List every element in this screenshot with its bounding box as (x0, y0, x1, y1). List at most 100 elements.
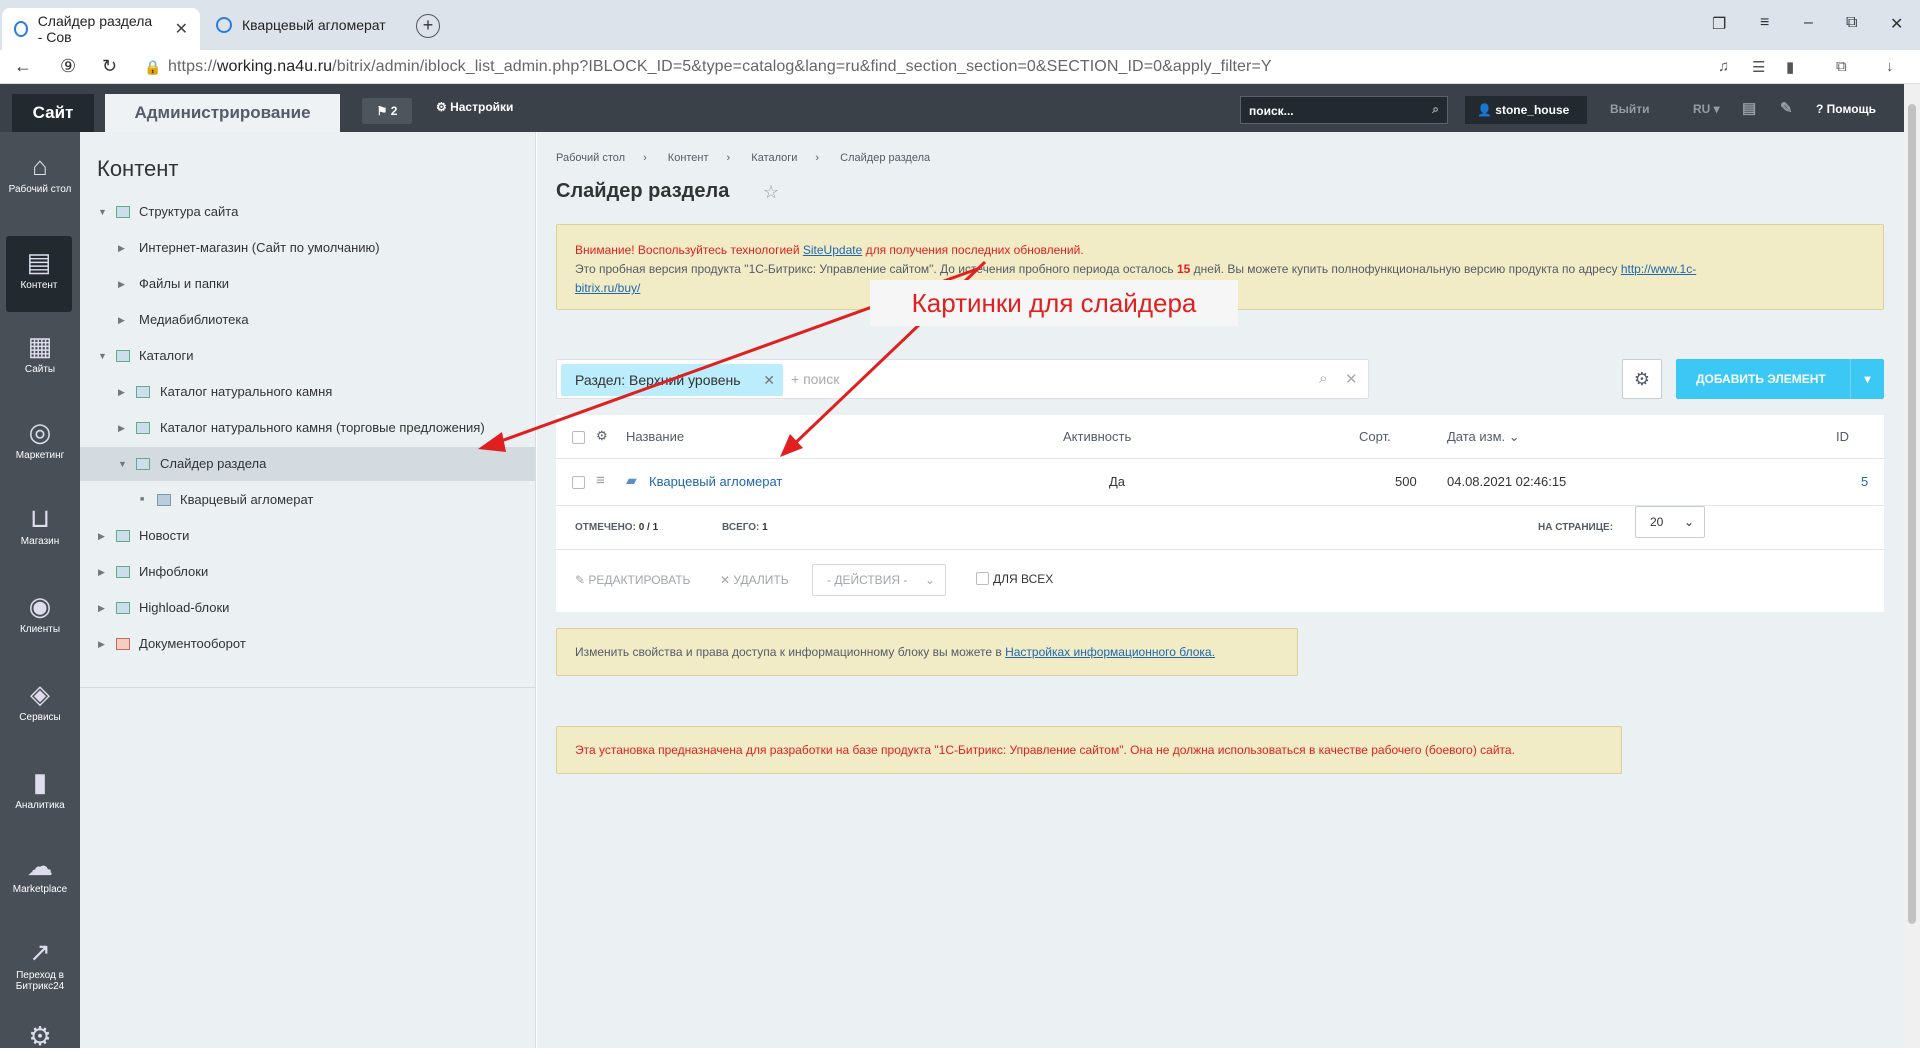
expand-icon[interactable]: ▼ (118, 447, 127, 481)
sidebar-item-services[interactable]: ◈ Сервисы (0, 680, 80, 723)
add-element-button[interactable]: ДОБАВИТЬ ЭЛЕМЕНТ ▾ (1676, 359, 1884, 399)
remove-chip-icon[interactable]: ✕ (763, 364, 775, 396)
sidebar-settings-icon[interactable]: ⚙ (0, 1022, 80, 1054)
sidebar-item-bitrix24[interactable]: ↗ Переход в Битрикс24 (0, 938, 80, 992)
site-button[interactable]: Сайт (12, 94, 94, 132)
pin-icon[interactable]: ✎ (1780, 99, 1793, 117)
restore-icon[interactable]: ⧉ (1846, 14, 1857, 32)
column-active[interactable]: Активность (1063, 429, 1131, 444)
select-all-checkbox[interactable] (572, 431, 585, 444)
extensions-icon[interactable]: ⑨ (60, 56, 76, 77)
tree-item-highload[interactable]: ▶ Highload-блоки (80, 591, 535, 625)
expand-icon[interactable]: ▶ (98, 555, 105, 589)
browser-tab-active[interactable]: Слайдер раздела - Сов ✕ (2, 8, 200, 50)
checkbox[interactable] (976, 572, 989, 585)
language-select[interactable]: RU ▾ (1693, 102, 1720, 116)
expand-icon[interactable]: ▶ (118, 375, 125, 409)
column-date[interactable]: Дата изм. ⌄ (1447, 429, 1520, 445)
breadcrumb-item[interactable]: Каталоги (751, 152, 797, 164)
siteupdate-link[interactable]: SiteUpdate (803, 243, 862, 257)
sidebar-item-marketplace[interactable]: ☁ Marketplace (0, 852, 80, 895)
settings-link[interactable]: ⚙ Настройки (436, 100, 513, 114)
download-icon[interactable]: ↓ (1886, 58, 1894, 75)
actions-select[interactable]: - ДЕЙСТВИЯ - ⌄ (812, 564, 946, 596)
admin-button[interactable]: Администрирование (105, 94, 340, 132)
row-checkbox[interactable] (572, 476, 585, 489)
row-name-link[interactable]: Кварцевый агломерат (649, 474, 782, 489)
new-tab-button[interactable]: + (416, 14, 440, 38)
logout-link[interactable]: Выйти (1610, 102, 1650, 116)
sidebar-item-desktop[interactable]: ⌂ Рабочий стол (0, 152, 80, 195)
column-sort[interactable]: Сорт. (1359, 429, 1391, 444)
tree-item-stone-offers[interactable]: ▶ Каталог натурального камня (торговые пр… (80, 411, 535, 445)
scrollbar[interactable] (1904, 84, 1920, 1048)
search-icon[interactable]: ⌕ (1319, 370, 1327, 387)
collections-icon[interactable]: ⧉ (1836, 58, 1847, 75)
help-link[interactable]: ? Помощь (1816, 102, 1876, 116)
user-button[interactable]: 👤 stone_house (1465, 96, 1587, 124)
column-id[interactable]: ID (1836, 429, 1849, 444)
reader-icon[interactable]: ☰ (1752, 58, 1765, 76)
tree-item-catalogs[interactable]: ▼ Каталоги (80, 339, 535, 373)
gear-icon[interactable]: ⚙ (596, 428, 608, 444)
tree-item-quartz[interactable]: ■ Кварцевый агломерат (80, 483, 535, 517)
tree-item-iblocks[interactable]: ▶ Инфоблоки (80, 555, 535, 589)
sidebar-item-marketing[interactable]: ◎ Маркетинг (0, 418, 80, 461)
star-icon[interactable]: ☆ (763, 182, 779, 203)
buy-link[interactable]: http://www.1c- (1621, 262, 1696, 276)
sidebar-item-content[interactable]: ▤ Контент (6, 236, 72, 312)
bookmark-icon[interactable]: ▮ (1786, 58, 1794, 76)
tree-item-stone-catalog[interactable]: ▶ Каталог натурального камня (80, 375, 535, 409)
sidebar-item-clients[interactable]: ◉ Клиенты (0, 592, 80, 635)
search-placeholder[interactable]: + поиск (791, 371, 839, 387)
tree-item-media[interactable]: ▶ Медиабиблиотека (80, 303, 535, 337)
reload-icon[interactable]: ↻ (102, 56, 117, 77)
edit-action[interactable]: ✎ РЕДАКТИРОВАТЬ (575, 573, 690, 587)
minimize-icon[interactable]: – (1804, 14, 1813, 32)
collections-icon[interactable]: ❐ (1712, 14, 1726, 34)
expand-icon[interactable]: ▶ (98, 519, 105, 553)
expand-icon[interactable]: ▶ (118, 411, 125, 445)
tree-item-files[interactable]: ▶ Файлы и папки (80, 267, 535, 301)
close-tab-icon[interactable]: ✕ (175, 19, 188, 39)
panel-icon[interactable]: ▤ (1742, 99, 1756, 117)
tree-item-workflow[interactable]: ▶ Документооборот (80, 627, 535, 661)
expand-icon[interactable]: ▶ (98, 627, 105, 661)
sidebar-item-sites[interactable]: ▦ Сайты (0, 332, 80, 375)
browser-tab[interactable]: Кварцевый агломерат (204, 8, 404, 42)
tree-item-structure[interactable]: ▼ Структура сайта (80, 195, 535, 229)
breadcrumb-item[interactable]: Контент (668, 152, 709, 164)
menu-icon[interactable]: ≡ (1760, 14, 1769, 32)
row-id[interactable]: 5 (1861, 474, 1868, 489)
section-filter-chip[interactable]: Раздел: Верхний уровень ✕ (561, 364, 783, 396)
close-window-icon[interactable]: ✕ (1890, 14, 1903, 34)
table-row[interactable]: ≡ ▰ Кварцевый агломерат Да 500 04.08.202… (556, 459, 1884, 506)
notifications-button[interactable]: ⚑ 2 (362, 98, 412, 124)
tree-item-slider[interactable]: ▼ Слайдер раздела (80, 447, 535, 481)
expand-icon[interactable]: ▶ (118, 231, 125, 265)
headphones-icon[interactable]: ♫ (1718, 58, 1729, 75)
row-menu-icon[interactable]: ≡ (596, 472, 605, 489)
buy-link[interactable]: bitrix.ru/buy/ (575, 281, 640, 295)
breadcrumb-item[interactable]: Рабочий стол (556, 152, 625, 164)
delete-action[interactable]: ✕ УДАЛИТЬ (720, 573, 789, 587)
grid-settings-button[interactable]: ⚙ (1622, 359, 1662, 399)
expand-icon[interactable]: ▶ (118, 303, 125, 337)
expand-icon[interactable]: ▼ (98, 195, 107, 229)
tree-item-shop[interactable]: ▶ Интернет-магазин (Сайт по умолчанию) (80, 231, 535, 265)
clear-icon[interactable]: ✕ (1345, 370, 1358, 388)
breadcrumb-item[interactable]: Слайдер раздела (840, 152, 930, 164)
url-field[interactable]: https://working.na4u.ru/bitrix/admin/ibl… (168, 58, 1272, 76)
column-name[interactable]: Название (626, 429, 684, 444)
scrollbar-thumb[interactable] (1908, 104, 1916, 924)
top-search-input[interactable]: поиск... ⌕ (1240, 96, 1448, 124)
expand-icon[interactable]: ▶ (98, 591, 105, 625)
expand-icon[interactable]: ▶ (118, 267, 125, 301)
chevron-down-icon[interactable]: ▾ (1850, 359, 1884, 399)
filter-search-bar[interactable]: Раздел: Верхний уровень ✕ + поиск ⌕ ✕ (556, 359, 1369, 399)
expand-icon[interactable]: ▼ (98, 339, 107, 373)
for-all-checkbox[interactable]: ДЛЯ ВСЕХ (976, 572, 1053, 586)
iblock-settings-link[interactable]: Настройках информационного блока. (1005, 645, 1215, 659)
sidebar-item-analytics[interactable]: ▮ Аналитика (0, 768, 80, 811)
per-page-select[interactable]: 20 ⌄ (1635, 506, 1705, 538)
